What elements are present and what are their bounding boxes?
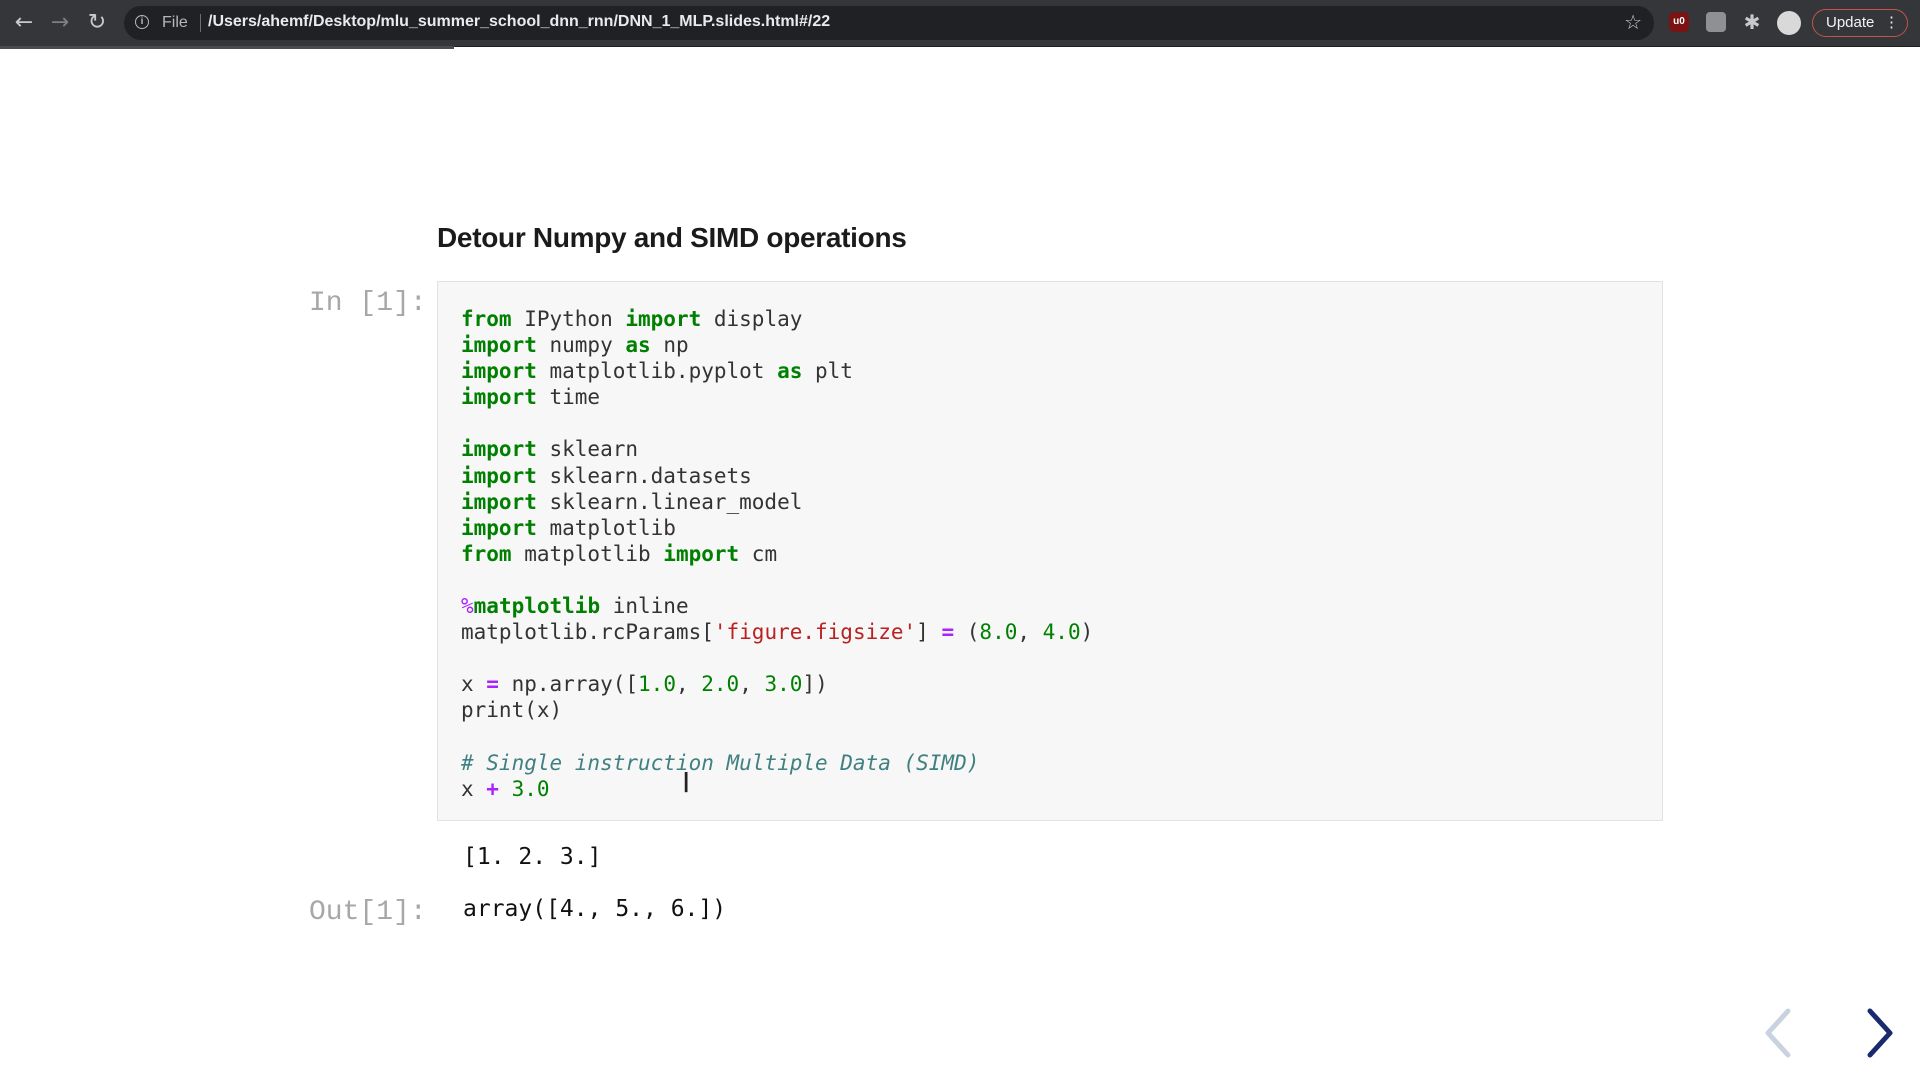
code-block[interactable]: from IPython import display import numpy…: [461, 306, 1093, 802]
address-bar[interactable]: i File /Users/ahemf/Desktop/mlu_summer_s…: [124, 6, 1654, 40]
forward-arrow-icon[interactable]: →: [48, 11, 72, 35]
update-button[interactable]: Update ⋮: [1812, 9, 1908, 37]
browser-toolbar: ← → ↻ i File /Users/ahemf/Desktop/mlu_su…: [0, 0, 1920, 47]
scheme-label: File: [162, 14, 188, 31]
url-text[interactable]: /Users/ahemf/Desktop/mlu_summer_school_d…: [208, 13, 830, 31]
output-prompt: Out[1]:: [309, 897, 427, 928]
input-prompt: In [1]:: [309, 288, 427, 319]
previous-slide-arrow-icon[interactable]: [1758, 1003, 1802, 1063]
next-slide-arrow-icon[interactable]: [1858, 1003, 1902, 1063]
result-output: array([4., 5., 6.]): [463, 896, 727, 922]
reload-icon[interactable]: ↻: [85, 11, 109, 35]
bookmark-star-icon[interactable]: ☆: [1624, 10, 1642, 34]
code-cell[interactable]: from IPython import display import numpy…: [437, 281, 1663, 821]
document-extension-icon[interactable]: [1706, 12, 1726, 32]
slide-title: Detour Numpy and SIMD operations: [437, 222, 907, 253]
info-icon[interactable]: i: [135, 15, 149, 29]
ublock-extension-icon[interactable]: u0: [1669, 12, 1689, 32]
update-button-label: Update: [1826, 14, 1875, 31]
back-arrow-icon[interactable]: ←: [12, 11, 36, 35]
extensions-puzzle-icon[interactable]: ✱: [1742, 12, 1762, 32]
more-menu-icon[interactable]: ⋮: [1884, 10, 1899, 35]
profile-avatar[interactable]: [1777, 11, 1801, 35]
address-separator: [200, 14, 201, 32]
page-load-progress: [0, 46, 454, 49]
stdout-output: [1. 2. 3.]: [463, 844, 602, 870]
text-cursor-icon: I: [682, 766, 691, 799]
